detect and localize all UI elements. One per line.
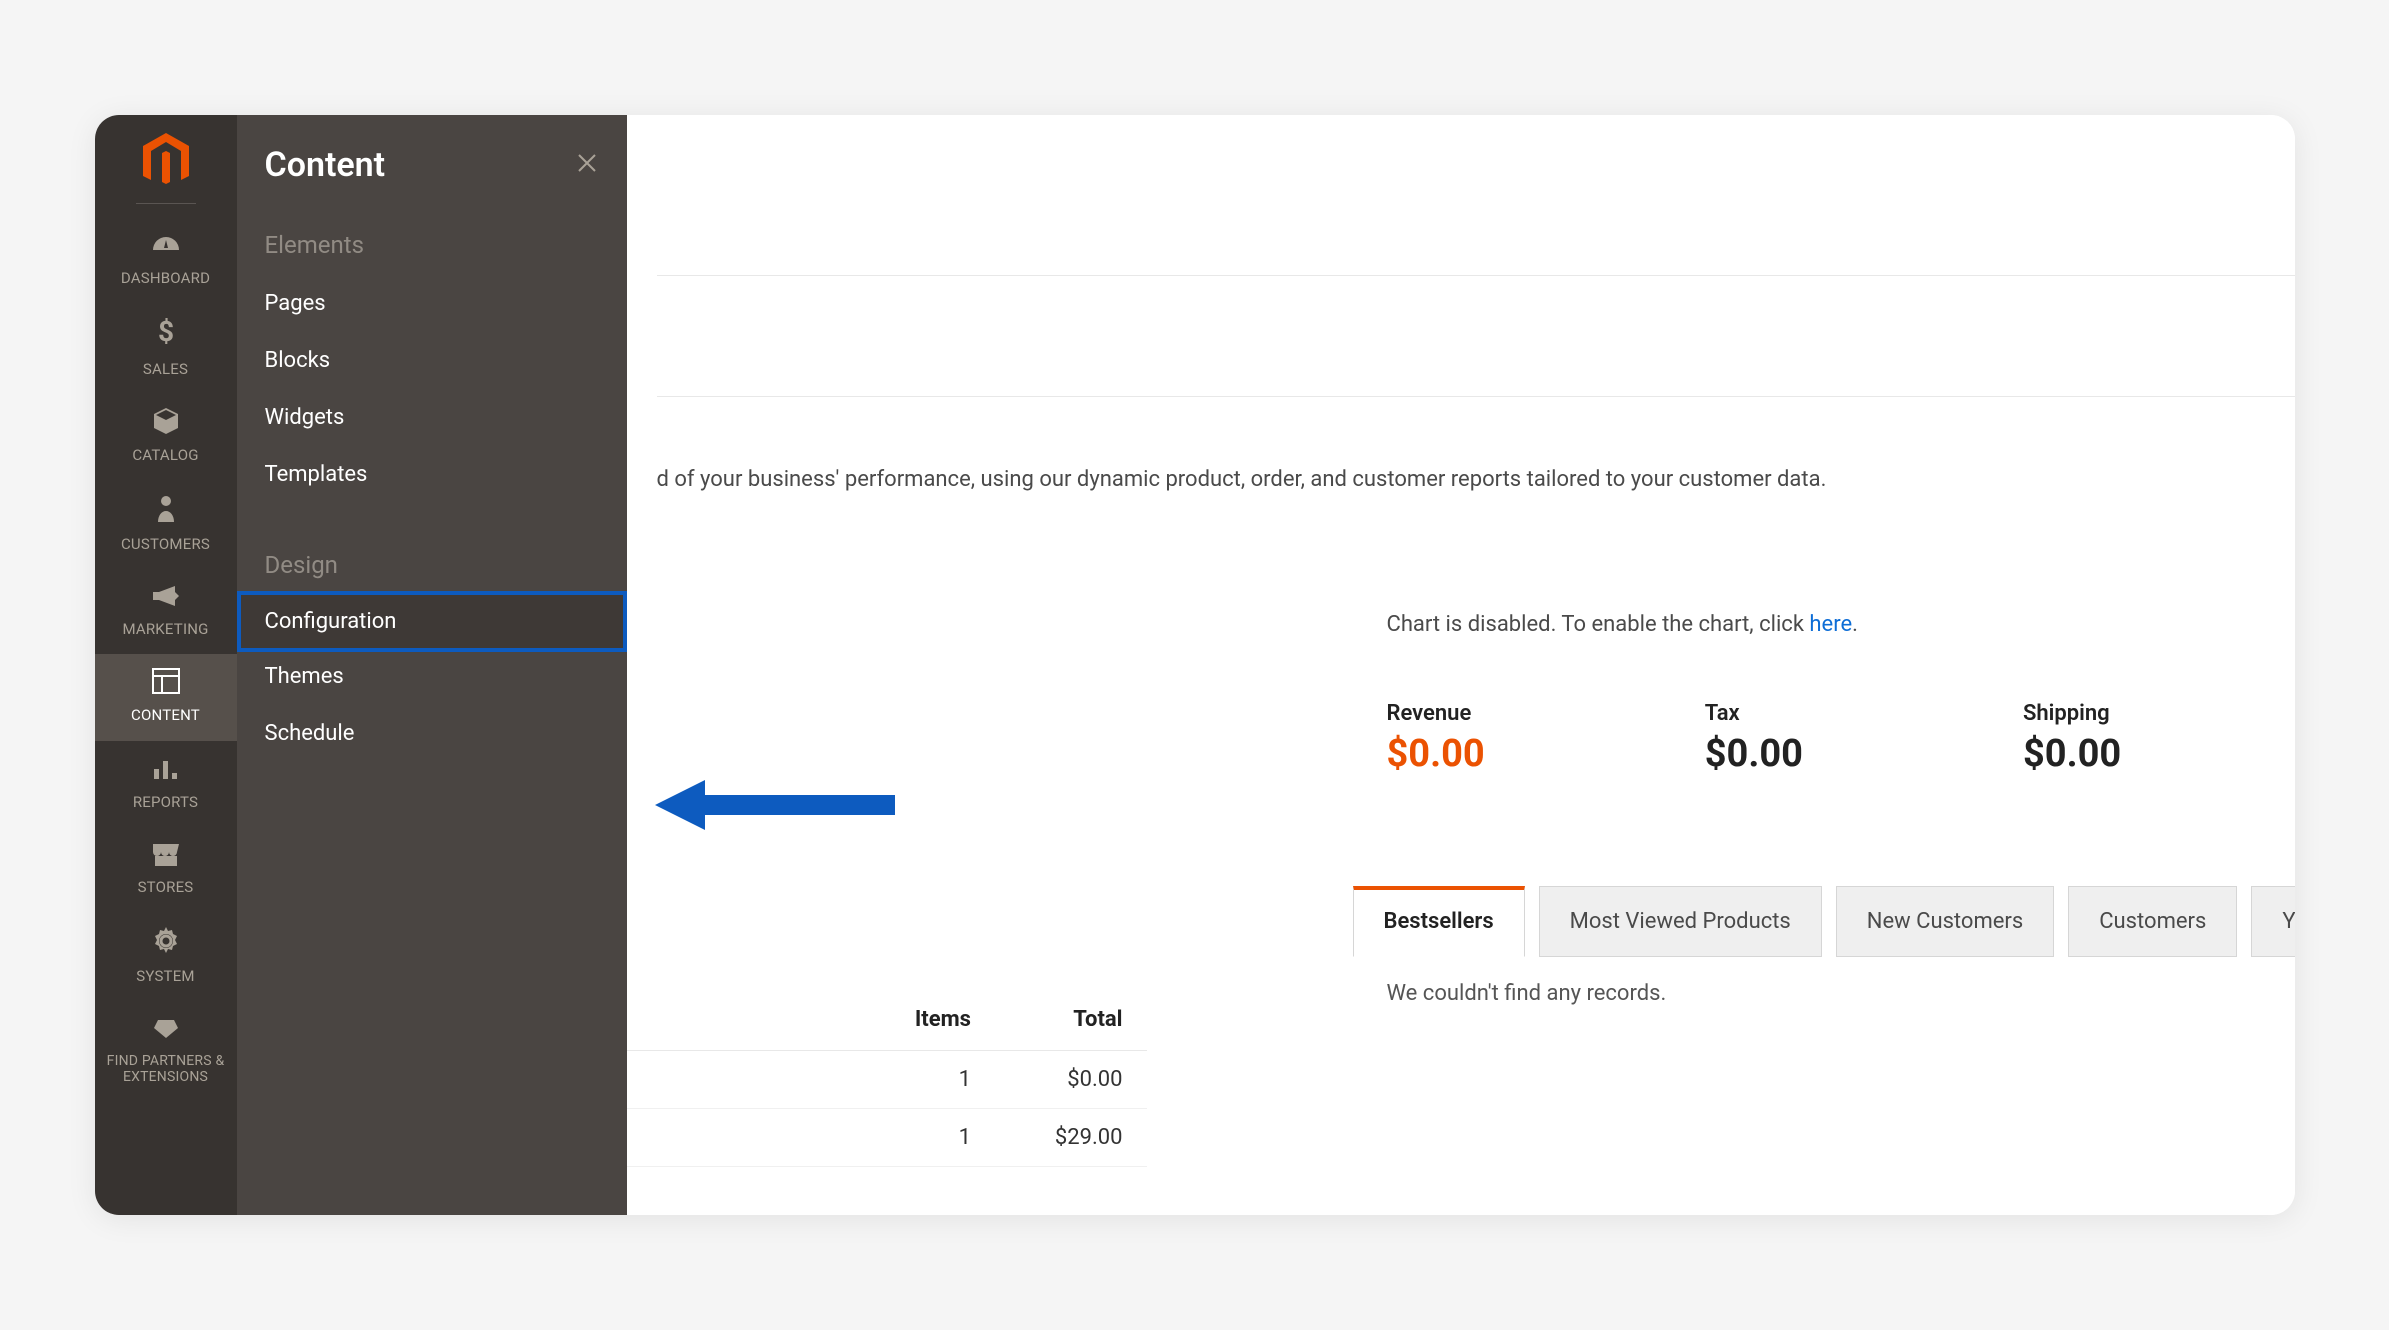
annotation-arrow-icon (655, 775, 895, 839)
stat-value: $0.00 (1705, 730, 1803, 776)
flyout-item-schedule[interactable]: Schedule (237, 705, 627, 762)
dashboard-tabs: Bestsellers Most Viewed Products New Cus… (657, 776, 2295, 957)
stat-value: $0.00 (2023, 730, 2121, 776)
sidebar-item-label: FIND PARTNERS & EXTENSIONS (99, 1053, 233, 1085)
table-cell-items: 1 (859, 1109, 995, 1167)
flyout-item-themes[interactable]: Themes (237, 648, 627, 705)
sidebar-item-label: CONTENT (131, 707, 200, 724)
tab-yotpo-reviews[interactable]: Yotpo Reviews (2251, 886, 2294, 957)
sidebar-item-system[interactable]: SYSTEM (95, 913, 237, 1001)
partners-icon (152, 1015, 180, 1047)
sidebar-item-label: MARKETING (122, 621, 208, 638)
gauge-icon (151, 232, 181, 264)
enable-chart-link[interactable]: here (1809, 612, 1852, 637)
sidebar-item-customers[interactable]: CUSTOMERS (95, 480, 237, 568)
tab-new-customers[interactable]: New Customers (1836, 886, 2054, 957)
stat-label: Tax (1705, 701, 1803, 726)
sidebar-item-label: CATALOG (132, 447, 198, 464)
flyout-title: Content (265, 145, 386, 185)
sidebar-divider (136, 203, 196, 204)
flyout-item-blocks[interactable]: Blocks (237, 332, 627, 389)
layout-icon (152, 668, 180, 701)
stat-label: Shipping (2023, 701, 2121, 726)
sidebar-item-sales[interactable]: $ SALES (95, 303, 237, 393)
business-info-text: d of your business' performance, using o… (657, 397, 2295, 512)
sidebar-item-label: DASHBOARD (121, 270, 210, 287)
table-cell-items: 1 (859, 1051, 995, 1109)
admin-frame: DASHBOARD $ SALES CATALOG CUSTOMERS MARK… (95, 115, 2295, 1215)
tab-most-viewed[interactable]: Most Viewed Products (1539, 886, 1822, 957)
chart-disabled-note: Chart is disabled. To enable the chart, … (657, 512, 2295, 667)
gear-icon (152, 927, 180, 962)
sidebar-item-content[interactable]: CONTENT (95, 654, 237, 740)
stat-revenue: Revenue $0.00 (1387, 701, 1485, 776)
table-cell-total: $0.00 (995, 1051, 1147, 1109)
sidebar-item-partners[interactable]: FIND PARTNERS & EXTENSIONS (95, 1001, 237, 1101)
tab-bestsellers[interactable]: Bestsellers (1353, 886, 1525, 957)
megaphone-icon (151, 583, 181, 615)
sidebar-item-reports[interactable]: REPORTS (95, 741, 237, 827)
table-cell-total: $29.00 (995, 1109, 1147, 1167)
flyout-group-elements: Elements (237, 213, 627, 275)
sidebar-item-label: CUSTOMERS (121, 536, 210, 553)
sidebar-item-label: REPORTS (133, 794, 198, 811)
bar-chart-icon (152, 755, 180, 788)
stat-value: $0.00 (1387, 730, 1485, 776)
dollar-icon: $ (157, 317, 175, 354)
table-header-total: Total (995, 995, 1147, 1051)
content-flyout: Content Elements Pages Blocks Widgets Te… (237, 115, 627, 1215)
flyout-group-design: Design (237, 533, 627, 595)
storefront-icon (151, 841, 181, 873)
admin-sidebar: DASHBOARD $ SALES CATALOG CUSTOMERS MARK… (95, 115, 237, 1215)
tab-customers[interactable]: Customers (2068, 886, 2237, 957)
flyout-item-widgets[interactable]: Widgets (237, 389, 627, 446)
flyout-item-templates[interactable]: Templates (237, 446, 627, 503)
magento-logo-icon (141, 133, 191, 189)
sidebar-item-label: SYSTEM (136, 968, 194, 985)
stats-row: Revenue $0.00 Tax $0.00 Shipping $0.00 (657, 667, 2295, 776)
flyout-item-pages[interactable]: Pages (237, 275, 627, 332)
box-icon (152, 408, 180, 441)
stat-label: Revenue (1387, 701, 1485, 726)
sidebar-item-label: SALES (143, 361, 188, 378)
sidebar-item-dashboard[interactable]: DASHBOARD (95, 218, 237, 303)
table-header-items: Items (859, 995, 995, 1051)
sidebar-item-catalog[interactable]: CATALOG (95, 394, 237, 480)
sidebar-item-marketing[interactable]: MARKETING (95, 569, 237, 654)
person-icon (156, 494, 176, 529)
close-icon[interactable] (575, 149, 599, 182)
sidebar-item-stores[interactable]: STORES (95, 827, 237, 912)
stat-tax: Tax $0.00 (1705, 701, 1803, 776)
sidebar-item-label: STORES (138, 879, 194, 896)
stat-shipping: Shipping $0.00 (2023, 701, 2121, 776)
flyout-item-configuration[interactable]: Configuration (237, 591, 627, 652)
svg-text:$: $ (157, 317, 173, 347)
